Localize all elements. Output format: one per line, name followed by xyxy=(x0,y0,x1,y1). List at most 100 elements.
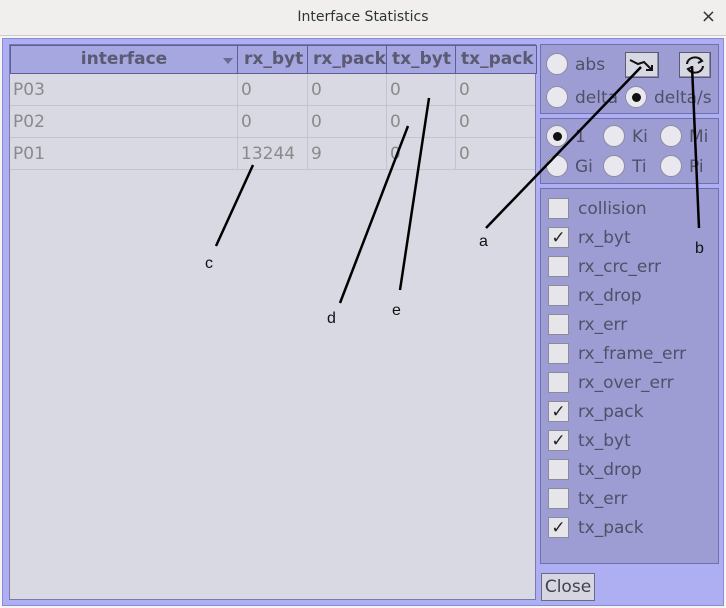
annotation-label-b: b xyxy=(695,240,704,257)
cell-tx-pack: 0 xyxy=(459,112,470,132)
cell-rx-byt: 0 xyxy=(238,74,308,106)
checkbox-label: rx_crc_err xyxy=(578,257,662,277)
radio-label: Mi xyxy=(689,127,709,147)
column-header-tx-pack[interactable]: tx_pack xyxy=(455,45,537,74)
radio-indicator xyxy=(660,155,682,177)
radio-unit-ki[interactable]: Ki xyxy=(603,124,648,150)
checkbox-tx-err[interactable]: tx_err xyxy=(548,486,627,512)
radio-abs[interactable]: abs xyxy=(546,52,605,78)
checkmark-icon: ✓ xyxy=(548,429,569,451)
radio-indicator xyxy=(546,86,568,108)
sort-caret-icon xyxy=(223,58,233,64)
radio-indicator xyxy=(603,155,625,177)
radio-indicator xyxy=(546,125,568,147)
column-header-label: interface xyxy=(80,49,168,69)
checkmark-icon: ✓ xyxy=(548,400,569,422)
checkbox-box xyxy=(548,342,569,364)
checkbox-label: rx_err xyxy=(578,315,628,335)
table-row[interactable]: P03 0 0 0 0 xyxy=(10,74,535,106)
window-title: Interface Statistics xyxy=(297,9,429,25)
radio-indicator xyxy=(625,86,647,108)
checkbox-tx-byt[interactable]: ✓ tx_byt xyxy=(548,428,631,454)
stats-table: interface rx_byt rx_pack tx_byt tx_pack … xyxy=(9,44,537,600)
checkbox-box xyxy=(548,371,569,393)
checkbox-rx-pack[interactable]: ✓ rx_pack xyxy=(548,399,644,425)
checkbox-rx-err[interactable]: rx_err xyxy=(548,312,627,338)
radio-unit-ti[interactable]: Ti xyxy=(603,154,647,180)
checkbox-label: rx_over_err xyxy=(578,373,674,393)
radio-label: Ti xyxy=(632,157,647,177)
annotation-label-a: a xyxy=(479,233,488,250)
checkbox-label: rx_pack xyxy=(578,402,644,422)
column-header-interface[interactable]: interface xyxy=(10,45,238,74)
cell-tx-byt: 0 xyxy=(387,138,456,170)
radio-indicator xyxy=(603,125,625,147)
radio-label: 1 xyxy=(575,127,586,147)
unit-panel: 1 Ki Mi Gi Ti Pi xyxy=(540,118,719,184)
radio-unit-1[interactable]: 1 xyxy=(546,124,586,150)
checkbox-rx-drop[interactable]: rx_drop xyxy=(548,283,642,309)
checkbox-label: rx_frame_err xyxy=(578,344,687,364)
window-close-icon[interactable]: × xyxy=(701,6,716,27)
radio-delta[interactable]: delta xyxy=(546,85,618,111)
radio-indicator xyxy=(546,155,568,177)
cell-tx-byt: 0 xyxy=(387,106,456,138)
checkbox-box xyxy=(548,255,569,277)
mode-panel: abs delta delta/s xyxy=(540,44,719,114)
table-row[interactable]: P02 0 0 0 0 xyxy=(10,106,535,138)
cell-interface: P03 xyxy=(10,74,238,106)
checkbox-label: tx_drop xyxy=(578,460,642,480)
close-button[interactable]: Close xyxy=(541,573,595,601)
table-header: interface rx_byt rx_pack tx_byt tx_pack xyxy=(10,45,537,74)
checkbox-box xyxy=(548,284,569,306)
checkbox-rx-byt[interactable]: ✓ rx_byt xyxy=(548,225,631,251)
radio-label: Pi xyxy=(689,157,704,177)
radio-label: delta/s xyxy=(654,88,712,108)
cell-interface: P01 xyxy=(10,138,238,170)
checkbox-rx-over-err[interactable]: rx_over_err xyxy=(548,370,674,396)
checkbox-tx-drop[interactable]: tx_drop xyxy=(548,457,642,483)
checkbox-box xyxy=(548,313,569,335)
checkbox-box xyxy=(548,197,569,219)
trend-down-icon xyxy=(629,59,653,71)
column-header-label: rx_byt xyxy=(244,49,304,69)
cell-tx-pack: 0 xyxy=(459,144,470,164)
cell-rx-pack: 0 xyxy=(308,106,387,138)
checkbox-tx-pack[interactable]: ✓ tx_pack xyxy=(548,515,644,541)
column-header-rx-pack[interactable]: rx_pack xyxy=(307,45,387,74)
checkbox-collision[interactable]: collision xyxy=(548,196,647,222)
radio-unit-mi[interactable]: Mi xyxy=(660,124,708,150)
refresh-icon xyxy=(686,56,704,74)
checkbox-rx-frame-err[interactable]: rx_frame_err xyxy=(548,341,686,367)
checkbox-label: tx_byt xyxy=(578,431,631,451)
refresh-button[interactable] xyxy=(679,52,711,78)
cell-tx-pack: 0 xyxy=(459,80,470,100)
annotation-label-e: e xyxy=(392,302,401,319)
annotation-label-c: c xyxy=(205,255,213,272)
column-header-label: rx_pack xyxy=(313,49,386,69)
checkbox-box xyxy=(548,458,569,480)
column-header-rx-byt[interactable]: rx_byt xyxy=(237,45,308,74)
radio-unit-pi[interactable]: Pi xyxy=(660,154,704,180)
radio-delta-per-sec[interactable]: delta/s xyxy=(625,85,712,111)
radio-label: Ki xyxy=(632,127,648,147)
title-bar: Interface Statistics × xyxy=(0,0,726,36)
radio-label: delta xyxy=(575,88,619,108)
checkbox-label: tx_pack xyxy=(578,518,644,538)
cell-rx-pack: 9 xyxy=(308,138,387,170)
checkbox-box xyxy=(548,487,569,509)
trend-button[interactable] xyxy=(625,52,659,78)
annotation-label-d: d xyxy=(327,310,336,327)
checkbox-label: collision xyxy=(578,199,647,219)
radio-indicator xyxy=(546,53,568,75)
checkbox-rx-crc-err[interactable]: rx_crc_err xyxy=(548,254,661,280)
radio-unit-gi[interactable]: Gi xyxy=(546,154,593,180)
table-row[interactable]: P01 13244 9 0 0 xyxy=(10,138,535,170)
cell-tx-byt: 0 xyxy=(387,74,456,106)
column-checkbox-panel: collision ✓ rx_byt rx_crc_err rx_drop rx_… xyxy=(540,188,719,564)
radio-indicator xyxy=(660,125,682,147)
column-header-label: tx_byt xyxy=(392,49,451,69)
checkbox-label: rx_byt xyxy=(578,228,631,248)
column-header-tx-byt[interactable]: tx_byt xyxy=(386,45,456,74)
cell-rx-pack: 0 xyxy=(308,74,387,106)
